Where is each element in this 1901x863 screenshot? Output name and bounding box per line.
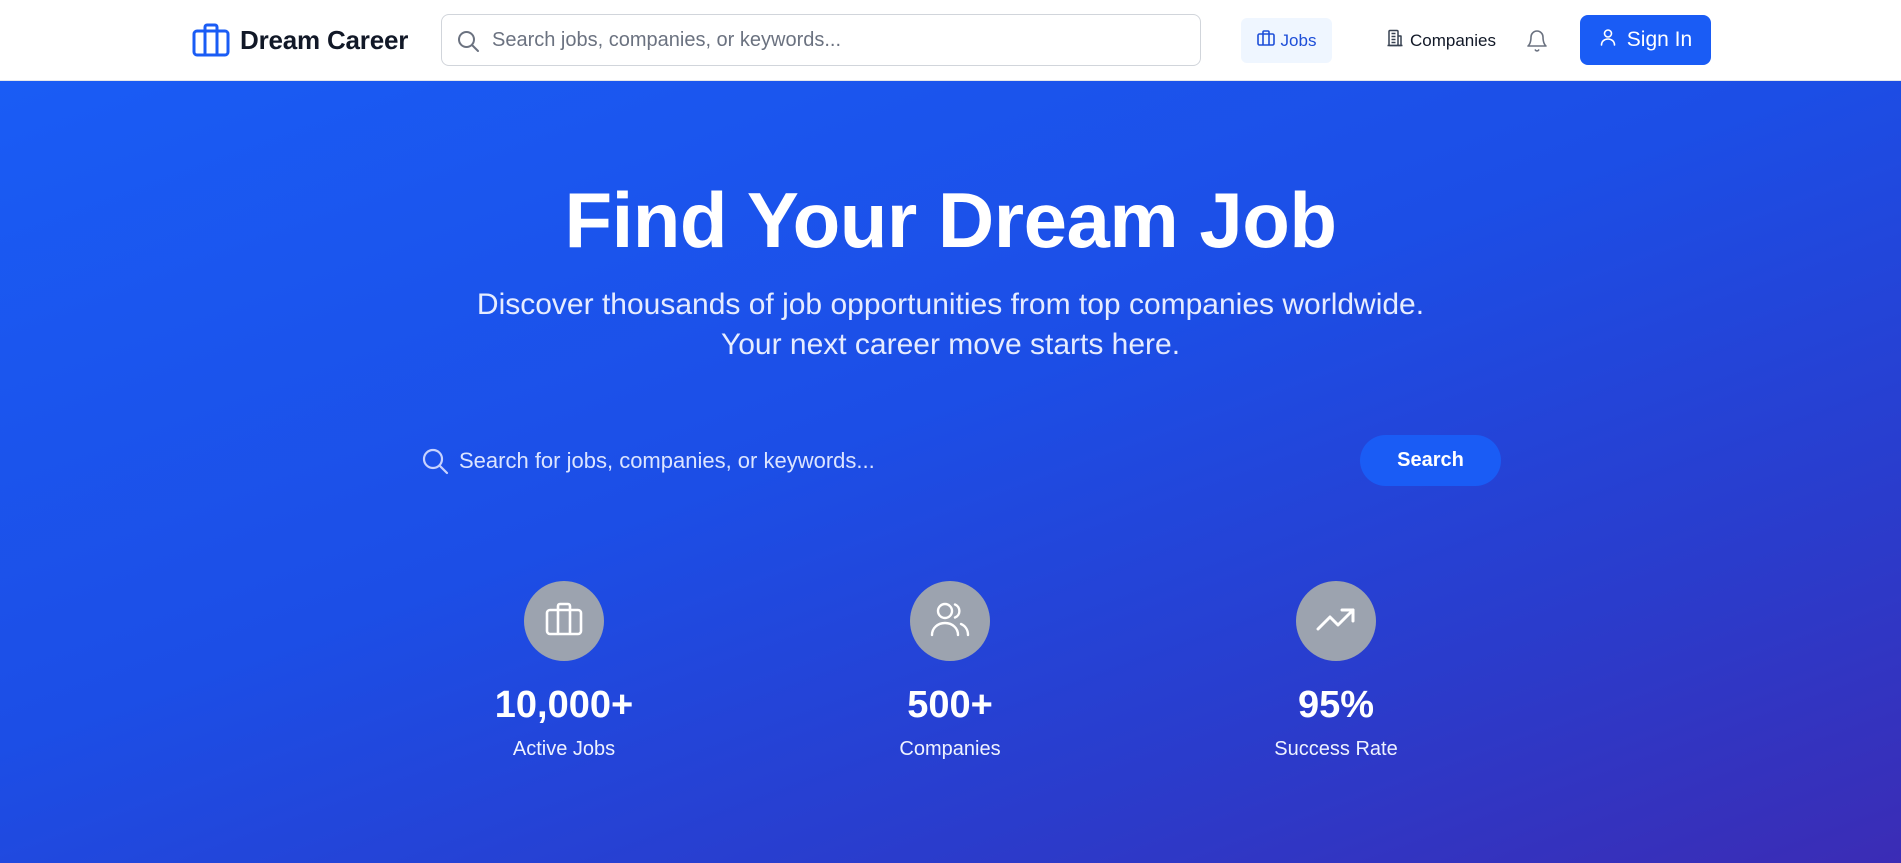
stat-value: 500+	[907, 684, 993, 726]
users-icon	[930, 601, 970, 642]
briefcase-icon	[192, 23, 230, 57]
hero-subtitle-line-1: Discover thousands of job opportunities …	[476, 288, 1425, 321]
search-icon	[456, 29, 480, 58]
nav-jobs-label: Jobs	[1280, 30, 1317, 50]
hero-search-input[interactable]	[459, 436, 1259, 486]
stat-active-jobs: 10,000+ Active Jobs	[434, 581, 694, 761]
top-navbar: Dream Career Jobs	[0, 0, 1901, 81]
building-icon	[1386, 29, 1404, 52]
stat-label: Active Jobs	[512, 738, 616, 760]
sign-in-label: Sign In	[1626, 28, 1693, 51]
search-icon	[421, 447, 449, 480]
stat-success-rate: 95% Success Rate	[1206, 581, 1466, 761]
nav-companies-label: Companies	[1410, 30, 1496, 50]
hero-section: Find Your Dream Job Discover thousands o…	[0, 81, 1901, 863]
hero-search-button[interactable]: Search	[1360, 435, 1501, 486]
user-icon	[1599, 28, 1617, 52]
stat-label: Companies	[899, 738, 1001, 760]
stat-icon-circle	[910, 581, 990, 661]
hero-search-bar: Search	[411, 431, 1501, 491]
header-search-box	[441, 14, 1201, 66]
hero-title: Find Your Dream Job	[564, 176, 1337, 264]
stat-companies: 500+ Companies	[820, 581, 1080, 761]
sign-in-button[interactable]: Sign In	[1580, 15, 1711, 65]
header-search-input[interactable]	[492, 15, 1182, 65]
nav-companies-link[interactable]: Companies	[1386, 18, 1496, 63]
bell-icon	[1525, 30, 1549, 57]
trending-up-icon	[1316, 606, 1356, 637]
hero-subtitle-line-2: Your next career move starts here.	[720, 328, 1181, 361]
stat-value: 95%	[1297, 684, 1375, 726]
briefcase-icon	[1256, 30, 1275, 51]
brand-logo-link[interactable]: Dream Career	[192, 20, 408, 60]
nav-jobs-link[interactable]: Jobs	[1241, 18, 1332, 63]
briefcase-icon	[545, 602, 583, 641]
stat-icon-circle	[524, 581, 604, 661]
notifications-button[interactable]	[1525, 29, 1549, 58]
brand-name: Dream Career	[240, 24, 409, 55]
stat-icon-circle	[1296, 581, 1376, 661]
stat-value: 10,000+	[494, 684, 634, 726]
stat-label: Success Rate	[1274, 738, 1398, 760]
